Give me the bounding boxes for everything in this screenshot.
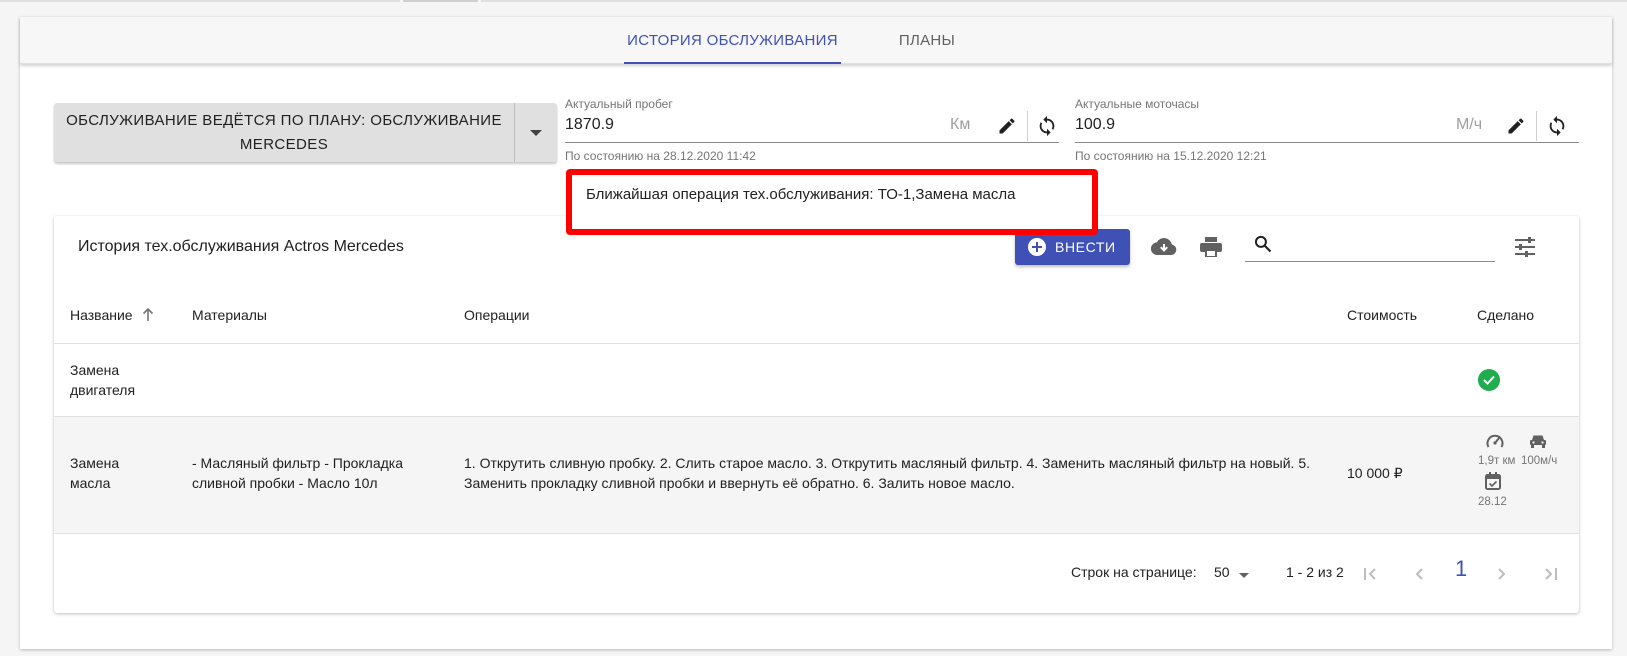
print-icon[interactable]	[1196, 232, 1226, 262]
engine-hours-label: Актуальные моточасы	[1075, 97, 1200, 111]
column-done-header[interactable]: Сделано	[1477, 307, 1534, 323]
cloud-download-icon[interactable]	[1149, 232, 1179, 262]
row-materials: - Масляный фильтр - Прокладка сливной пр…	[192, 455, 404, 491]
engine-hours-input[interactable]: 100.9	[1075, 116, 1115, 134]
rows-per-page-select[interactable]: 50	[1214, 564, 1250, 581]
search-field[interactable]	[1245, 230, 1495, 262]
rows-per-page-dropdown-icon	[1239, 565, 1250, 581]
sort-ascending-icon[interactable]	[142, 307, 154, 325]
mileage-hint: По состоянию на 28.12.2020 11:42	[565, 149, 756, 163]
mileage-label: Актуальный пробег	[565, 97, 673, 111]
calendar-check-icon	[1485, 472, 1501, 495]
rows-per-page-label: Строк на странице:	[1071, 564, 1197, 580]
mileage-underline	[565, 142, 1059, 143]
sync-mileage-icon[interactable]	[1032, 111, 1062, 141]
plan-dropdown-arrow-icon[interactable]	[515, 103, 557, 162]
row-cost: 10 000 ₽	[1347, 465, 1403, 481]
pagination: Строк на странице: 50 1 - 2 из 2 1	[54, 534, 1579, 613]
plan-button-label: Обслуживание ведётся по плану: Обслужива…	[66, 111, 502, 153]
tabs-bar: История обслуживания Планы	[20, 17, 1612, 64]
row-name: Замена масла	[70, 455, 120, 491]
column-name-label: Название	[70, 307, 133, 323]
edit-mileage-icon[interactable]	[992, 111, 1022, 141]
add-record-label: Внести	[1055, 239, 1116, 255]
done-mileage: 1,9т км	[1478, 455, 1516, 467]
done-engine-hours: 100м/ч	[1521, 455, 1558, 467]
pagination-range: 1 - 2 из 2	[1286, 564, 1344, 580]
mileage-field: Актуальный пробег 1870.9 Км По состоянию…	[565, 97, 1059, 167]
column-name-header[interactable]: Название	[70, 307, 154, 325]
add-circle-icon	[1028, 238, 1046, 256]
tab-plans[interactable]: Планы	[888, 17, 966, 64]
speedometer-icon	[1486, 433, 1504, 454]
mileage-icon-divider	[1027, 111, 1028, 141]
mileage-input[interactable]: 1870.9	[565, 116, 614, 134]
engine-hours-field: Актуальные моточасы 100.9 М/ч По состоян…	[1075, 97, 1579, 167]
mileage-unit: Км	[950, 116, 971, 133]
rows-per-page-value: 50	[1214, 564, 1230, 580]
previous-page-icon[interactable]	[1407, 562, 1431, 586]
done-date: 28.12	[1478, 496, 1507, 508]
history-title: История тех.обслуживания Actros Mercedes	[78, 238, 404, 255]
engine-hours-unit: М/ч	[1456, 116, 1483, 133]
maintenance-plan-select-button[interactable]: Обслуживание ведётся по плану: Обслужива…	[54, 103, 557, 162]
edit-engine-hours-icon[interactable]	[1501, 111, 1531, 141]
tab-maintenance-history[interactable]: История обслуживания	[624, 17, 841, 64]
row-operations: 1. Открутить сливную пробку. 2. Слить ст…	[464, 455, 1311, 491]
column-cost-header[interactable]: Стоимость	[1347, 307, 1417, 323]
current-page[interactable]: 1	[1455, 556, 1467, 582]
maintenance-history-card: История тех.обслуживания Actros Mercedes…	[54, 216, 1579, 613]
engine-hours-icon-divider	[1536, 111, 1537, 141]
column-materials-header[interactable]: Материалы	[192, 307, 267, 323]
last-page-icon[interactable]	[1538, 562, 1562, 586]
first-page-icon[interactable]	[1359, 562, 1383, 586]
row-name: Замена двигателя	[70, 362, 136, 398]
engine-hours-underline	[1075, 142, 1579, 143]
next-page-icon[interactable]	[1490, 562, 1514, 586]
table-row[interactable]: Замена масла - Масляный фильтр - Проклад…	[54, 417, 1579, 534]
car-icon	[1529, 434, 1547, 454]
column-settings-icon[interactable]	[1510, 232, 1540, 262]
engine-hours-hint: По состоянию на 15.12.2020 12:21	[1075, 149, 1267, 163]
sync-engine-hours-icon[interactable]	[1542, 111, 1572, 141]
table-row[interactable]: Замена двигателя	[54, 345, 1579, 417]
next-operation-highlight: Ближайшая операция тех.обслуживания: ТО-…	[566, 169, 1098, 235]
check-circle-icon	[1478, 369, 1500, 391]
column-operations-header[interactable]: Операции	[464, 307, 530, 323]
next-operation-text: Ближайшая операция тех.обслуживания: ТО-…	[586, 186, 1016, 203]
search-icon	[1253, 234, 1273, 259]
table-header: Название Материалы Операции Стоимость Сд…	[54, 287, 1579, 344]
